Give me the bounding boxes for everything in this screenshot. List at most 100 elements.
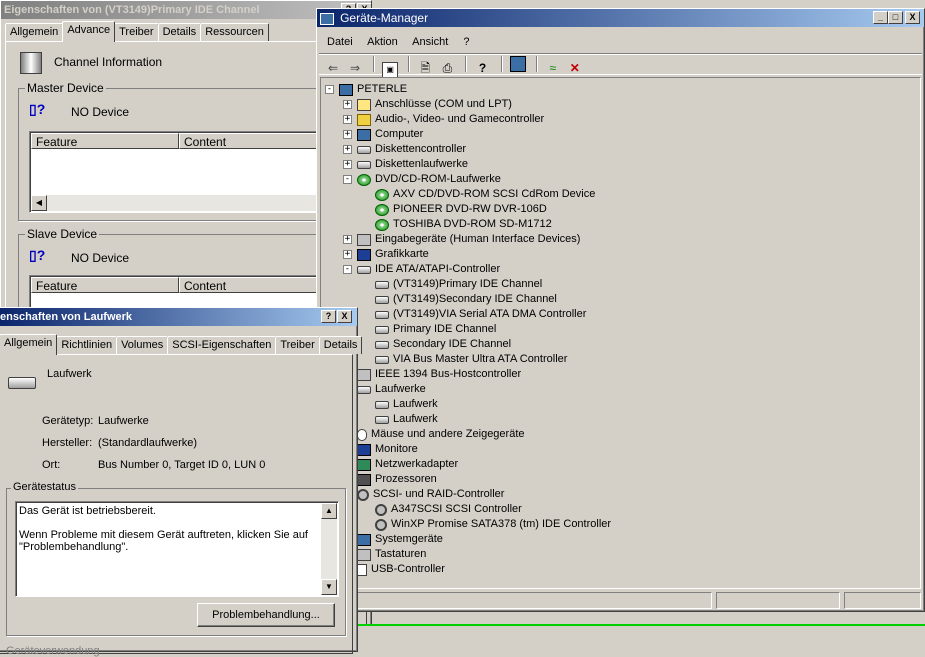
tab-treiber[interactable]: Treiber [114,23,159,41]
tree-category[interactable]: +IEEE 1394 Bus-Hostcontroller [343,367,521,382]
expand-icon[interactable]: + [343,100,352,109]
tree-device[interactable]: Laufwerk [361,412,438,427]
collapse-icon[interactable]: - [325,85,334,94]
expand-icon[interactable]: + [343,115,352,124]
properties-icon[interactable]: 🗎 [417,60,433,76]
tree-category[interactable]: +Netzwerkadapter [343,457,458,472]
back-icon[interactable]: ⇐ [325,60,341,76]
collapse-icon[interactable]: - [343,175,352,184]
device-manager-titlebar[interactable]: Geräte-Manager _ □ X [317,9,924,27]
tree-category[interactable]: + Diskettenlaufwerke [343,157,468,172]
tab-details[interactable]: Details [318,336,363,354]
scroll-left-button[interactable]: ◀ [31,195,47,211]
scroll-down-button[interactable]: ▼ [321,579,337,595]
status-pane-3 [844,592,921,609]
tree-root[interactable]: - PETERLE [325,82,407,97]
tab-advance[interactable]: Advance [62,21,116,42]
uninstall-icon[interactable]: ✕ [567,60,583,76]
toolbar-separator [500,56,503,72]
tree-label: Tastaturen [375,548,427,560]
scan-icon[interactable] [509,56,526,72]
tree-device[interactable]: A347SCSI SCSI Controller [361,502,522,517]
minimize-button[interactable]: _ [873,11,888,24]
tree-category[interactable]: + Anschlüsse (COM und LPT) [343,97,512,112]
tree-category[interactable]: -SCSI- und RAID-Controller [343,487,504,502]
generic-icon [357,548,371,561]
tree-device[interactable]: PIONEER DVD-RW DVR-106D [361,202,547,217]
tab-allgemein[interactable]: Allgemein [5,23,64,41]
drive-icon [357,385,371,394]
mouse-icon [357,428,367,441]
feature-column-header[interactable]: Feature [31,133,179,149]
tab-details[interactable]: Details [157,23,202,41]
tab-scsi-eigenschaften[interactable]: SCSI-Eigenschaften [167,336,277,354]
expand-icon[interactable]: + [343,145,352,154]
menu-datei[interactable]: Datei [327,36,353,48]
tree-category[interactable]: + Eingabegeräte (Human Interface Devices) [343,232,580,247]
drive-properties-titlebar[interactable]: enschaften von Laufwerk ? X [0,308,357,326]
tree-category[interactable]: - DVD/CD-ROM-Laufwerke [343,172,501,187]
tree-label: PETERLE [357,83,408,95]
help-button[interactable]: ? [321,310,336,323]
maximize-button[interactable]: □ [888,11,903,24]
tree-label: Mäuse und andere Zeigegeräte [371,428,525,440]
tree-category[interactable]: + Audio-, Video- und Gamecontroller [343,112,544,127]
print-icon[interactable]: ⎙ [439,60,455,76]
tree-device[interactable]: (VT3149)Primary IDE Channel [361,277,542,292]
update-driver-icon[interactable]: ≈ [545,60,561,76]
tree-device[interactable]: Laufwerk [361,397,438,412]
close-button[interactable]: X [905,11,920,24]
menu-aktion[interactable]: Aktion [367,36,398,48]
tab-ressourcen[interactable]: Ressourcen [200,23,269,41]
menu-ansicht[interactable]: Ansicht [412,36,448,48]
forward-icon[interactable]: ⇒ [347,60,363,76]
master-hscrollbar[interactable]: ◀ [31,195,365,211]
tree-device[interactable]: (VT3149)Secondary IDE Channel [361,292,557,307]
scroll-up-button[interactable]: ▲ [321,503,337,519]
collapse-icon[interactable]: - [343,265,352,274]
console-icon[interactable]: ▣ [382,62,399,78]
audio-icon [357,113,371,126]
tree-category[interactable]: + Grafikkarte [343,247,429,262]
tree-label: Diskettencontroller [375,143,467,155]
net-icon [357,458,371,471]
tab-volumes[interactable]: Volumes [116,336,169,354]
feature-column-header[interactable]: Feature [31,277,179,293]
tree-label: Systemgeräte [375,533,443,545]
tree-device[interactable]: (VT3149)VIA Serial ATA DMA Controller [361,307,586,322]
tree-device[interactable]: TOSHIBA DVD-ROM SD-M1712 [361,217,552,232]
tree-device[interactable]: Secondary IDE Channel [361,337,511,352]
tab-richtlinien[interactable]: Richtlinien [56,336,118,354]
tree-device[interactable]: AXV CD/DVD-ROM SCSI CdRom Device [361,187,595,202]
usb-icon [357,563,367,576]
status-vscrollbar[interactable]: ▲ ▼ [321,503,337,595]
expand-icon[interactable]: + [343,235,352,244]
device-manager-window: Geräte-Manager _ □ X Datei Aktion Ansich… [316,8,925,612]
tree-device[interactable]: Primary IDE Channel [361,322,496,337]
troubleshoot-button[interactable]: Problembehandlung... [197,603,335,627]
tree-device[interactable]: VIA Bus Master Ultra ATA Controller [361,352,567,367]
toolbar-separator [408,56,411,72]
close-button[interactable]: X [337,310,352,323]
tree-category[interactable]: + Diskettencontroller [343,142,466,157]
general-panel: Laufwerk Gerätetyp: Laufwerke Hersteller… [0,354,353,657]
device-status-textbox[interactable]: Das Gerät ist betriebsbereit. Wenn Probl… [15,501,339,597]
toolbar-separator [535,56,538,72]
tree-category[interactable]: +USB-Controller [343,562,445,577]
tree-label: Grafikkarte [375,248,429,260]
master-feature-table[interactable]: Feature Content ◀ [29,131,369,213]
help-icon[interactable]: ? [475,60,491,76]
tree-device[interactable]: WinXP Promise SATA378 (tm) IDE Controlle… [361,517,611,532]
tab-treiber[interactable]: Treiber [275,336,320,354]
tree-label: TOSHIBA DVD-ROM SD-M1712 [393,218,552,230]
expand-icon[interactable]: + [343,130,352,139]
expand-icon[interactable]: + [343,160,352,169]
device-tree-panel[interactable]: - PETERLE + Anschlüsse (COM und LPT) + Audio-… [320,77,921,589]
drive-icon [357,145,371,154]
menu-help[interactable]: ? [463,36,469,48]
tree-category[interactable]: +Mäuse und andere Zeigegeräte [343,427,525,442]
tree-category[interactable]: + Computer [343,127,423,142]
tab-allgemein[interactable]: Allgemein [0,334,58,355]
tree-category[interactable]: - IDE ATA/ATAPI-Controller [343,262,500,277]
expand-icon[interactable]: + [343,250,352,259]
